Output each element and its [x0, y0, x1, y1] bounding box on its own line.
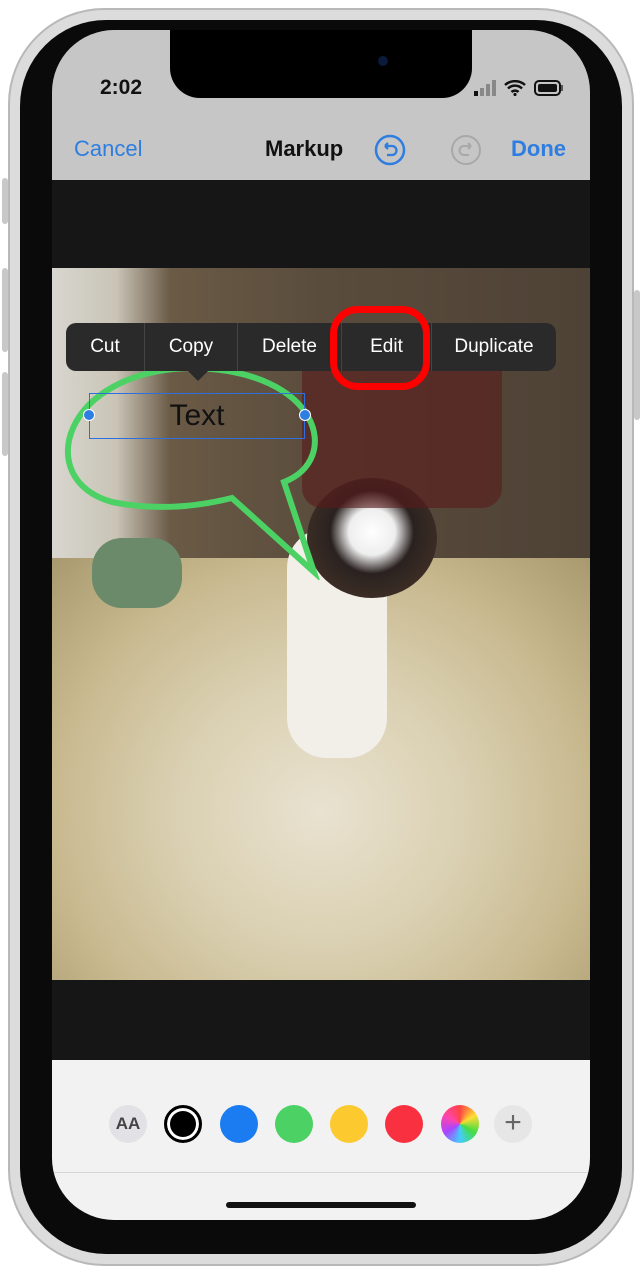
highlight-circle: [330, 306, 430, 390]
color-black-selected[interactable]: [164, 1105, 202, 1143]
mute-switch: [2, 178, 8, 224]
home-indicator[interactable]: [226, 1202, 416, 1208]
context-menu: Cut Copy Delete Edit Duplicate: [66, 323, 556, 371]
side-button: [634, 290, 640, 420]
menu-item-cut[interactable]: Cut: [66, 323, 145, 371]
add-button[interactable]: +: [494, 1105, 532, 1143]
resize-handle-right[interactable]: [299, 409, 311, 421]
menu-item-duplicate[interactable]: Duplicate: [432, 323, 556, 371]
font-button[interactable]: AA: [109, 1105, 147, 1143]
color-red[interactable]: [385, 1105, 423, 1143]
color-picker-icon[interactable]: [441, 1105, 479, 1143]
speech-bubble-annotation[interactable]: [52, 350, 342, 580]
text-annotation[interactable]: Text: [89, 393, 305, 439]
color-yellow[interactable]: [330, 1105, 368, 1143]
page-title: Markup: [265, 136, 344, 161]
color-green[interactable]: [275, 1105, 313, 1143]
divider: [52, 1172, 590, 1173]
volume-up-button: [2, 268, 8, 352]
notch: [170, 30, 472, 98]
redo-icon[interactable]: [450, 134, 482, 166]
undo-icon[interactable]: [374, 134, 406, 166]
signal-icon: [474, 80, 496, 96]
color-blue[interactable]: [220, 1105, 258, 1143]
menu-pointer: [188, 371, 208, 381]
menu-item-copy[interactable]: Copy: [145, 323, 238, 371]
screen: 2:02 Cancel Markup Done Text Cut Copy De…: [52, 30, 590, 1220]
resize-handle-left[interactable]: [83, 409, 95, 421]
battery-icon: [534, 80, 563, 96]
wifi-icon: [504, 80, 526, 96]
menu-item-delete[interactable]: Delete: [238, 323, 342, 371]
status-icons: [474, 80, 564, 96]
done-button[interactable]: Done: [511, 136, 566, 162]
status-time: 2:02: [100, 76, 143, 99]
volume-down-button: [2, 372, 8, 456]
cancel-button[interactable]: Cancel: [74, 136, 142, 162]
